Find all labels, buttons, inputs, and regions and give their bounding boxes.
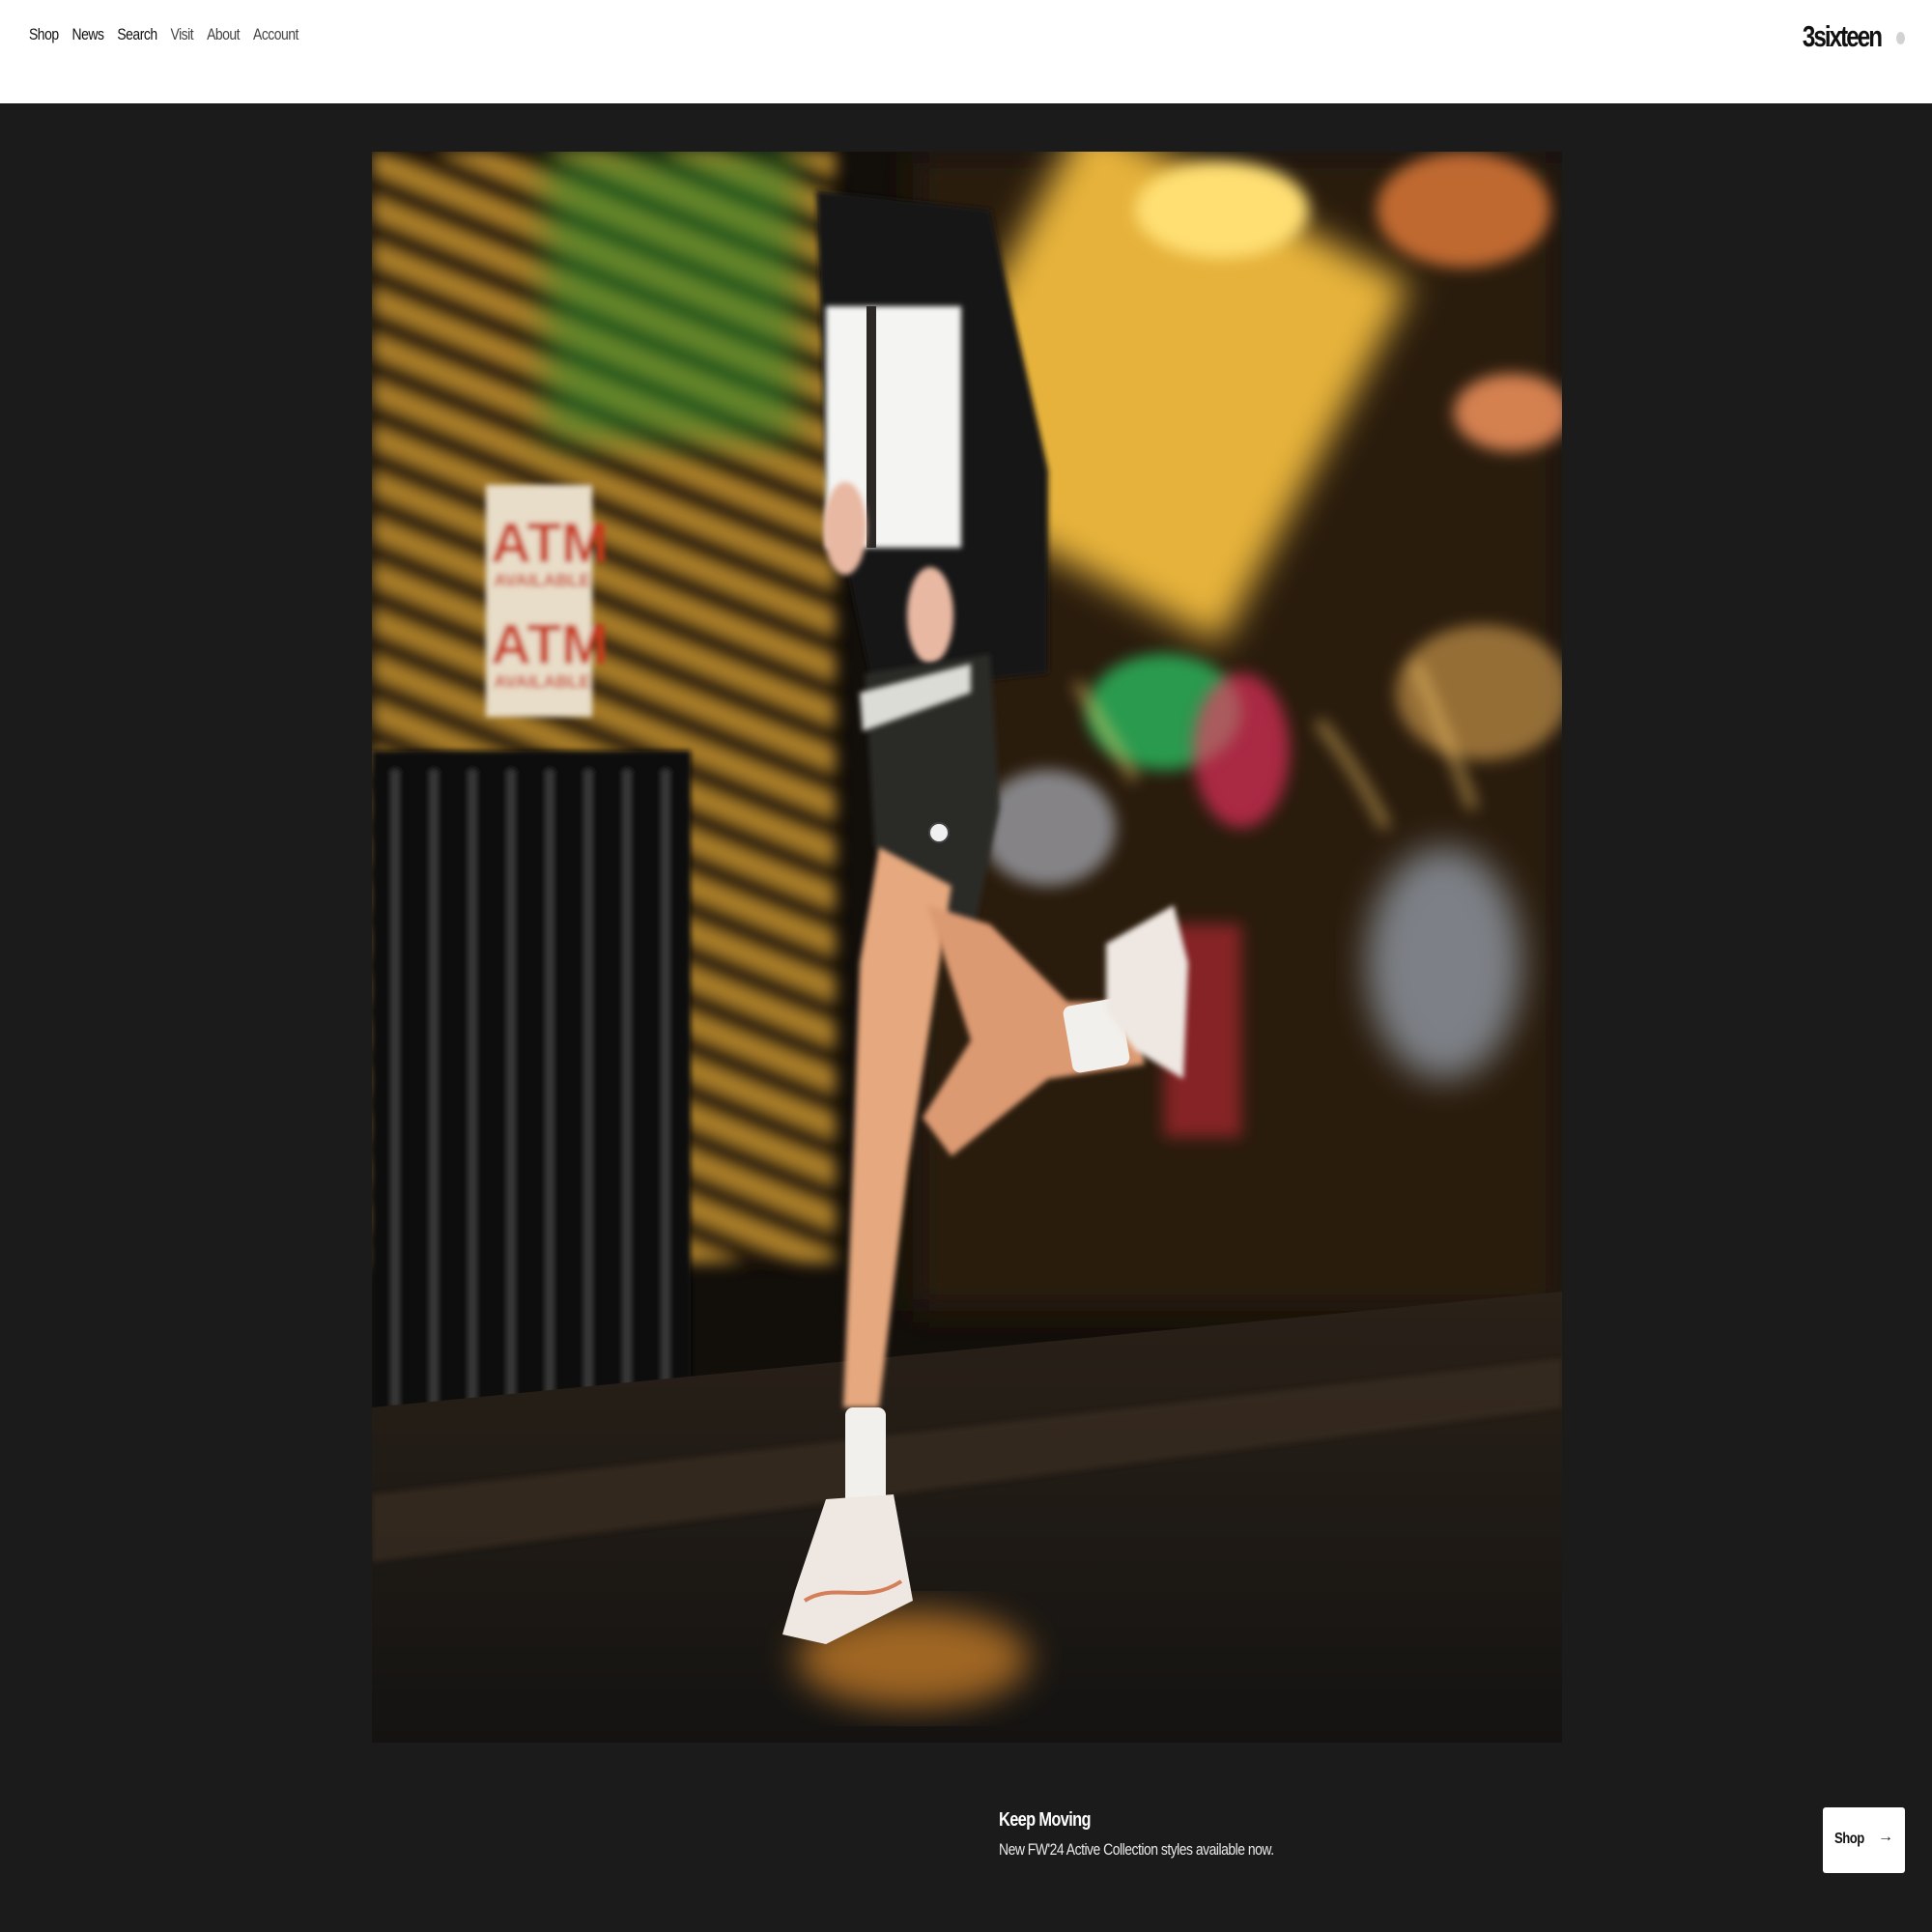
arrow-right-icon: → (1878, 1829, 1893, 1845)
nav-visit-link[interactable]: Visit (171, 25, 194, 44)
runner-photo-illustration: ATM AVAILABLE ATM AVAILABLE (372, 152, 1562, 1743)
nav-news-link[interactable]: News (72, 25, 104, 44)
site-header: Shop News Search Visit About Account 3si… (0, 0, 1932, 103)
svg-text:ATM: ATM (491, 512, 608, 575)
cart-indicator-icon[interactable] (1896, 32, 1905, 44)
promo-title: Keep Moving (999, 1809, 1091, 1831)
nav-search-link[interactable]: Search (117, 25, 157, 44)
svg-text:AVAILABLE: AVAILABLE (494, 571, 590, 590)
svg-text:ATM: ATM (491, 613, 608, 676)
brand-logo[interactable]: 3sixteen (1803, 19, 1883, 54)
shop-button-label: Shop (1834, 1831, 1864, 1847)
promo-subtitle: New FW'24 Active Collection styles avail… (999, 1840, 1274, 1859)
main-nav: Shop News Search Visit About Account (29, 25, 298, 44)
nav-shop-link[interactable]: Shop (29, 25, 59, 44)
svg-text:AVAILABLE: AVAILABLE (494, 672, 590, 692)
promo-caption: Keep Moving New FW'24 Active Collection … (999, 1809, 1274, 1860)
shop-button[interactable]: Shop → (1823, 1807, 1905, 1873)
nav-about-link[interactable]: About (207, 25, 240, 44)
hero-image: ATM AVAILABLE ATM AVAILABLE (372, 152, 1562, 1743)
nav-account-link[interactable]: Account (253, 25, 298, 44)
